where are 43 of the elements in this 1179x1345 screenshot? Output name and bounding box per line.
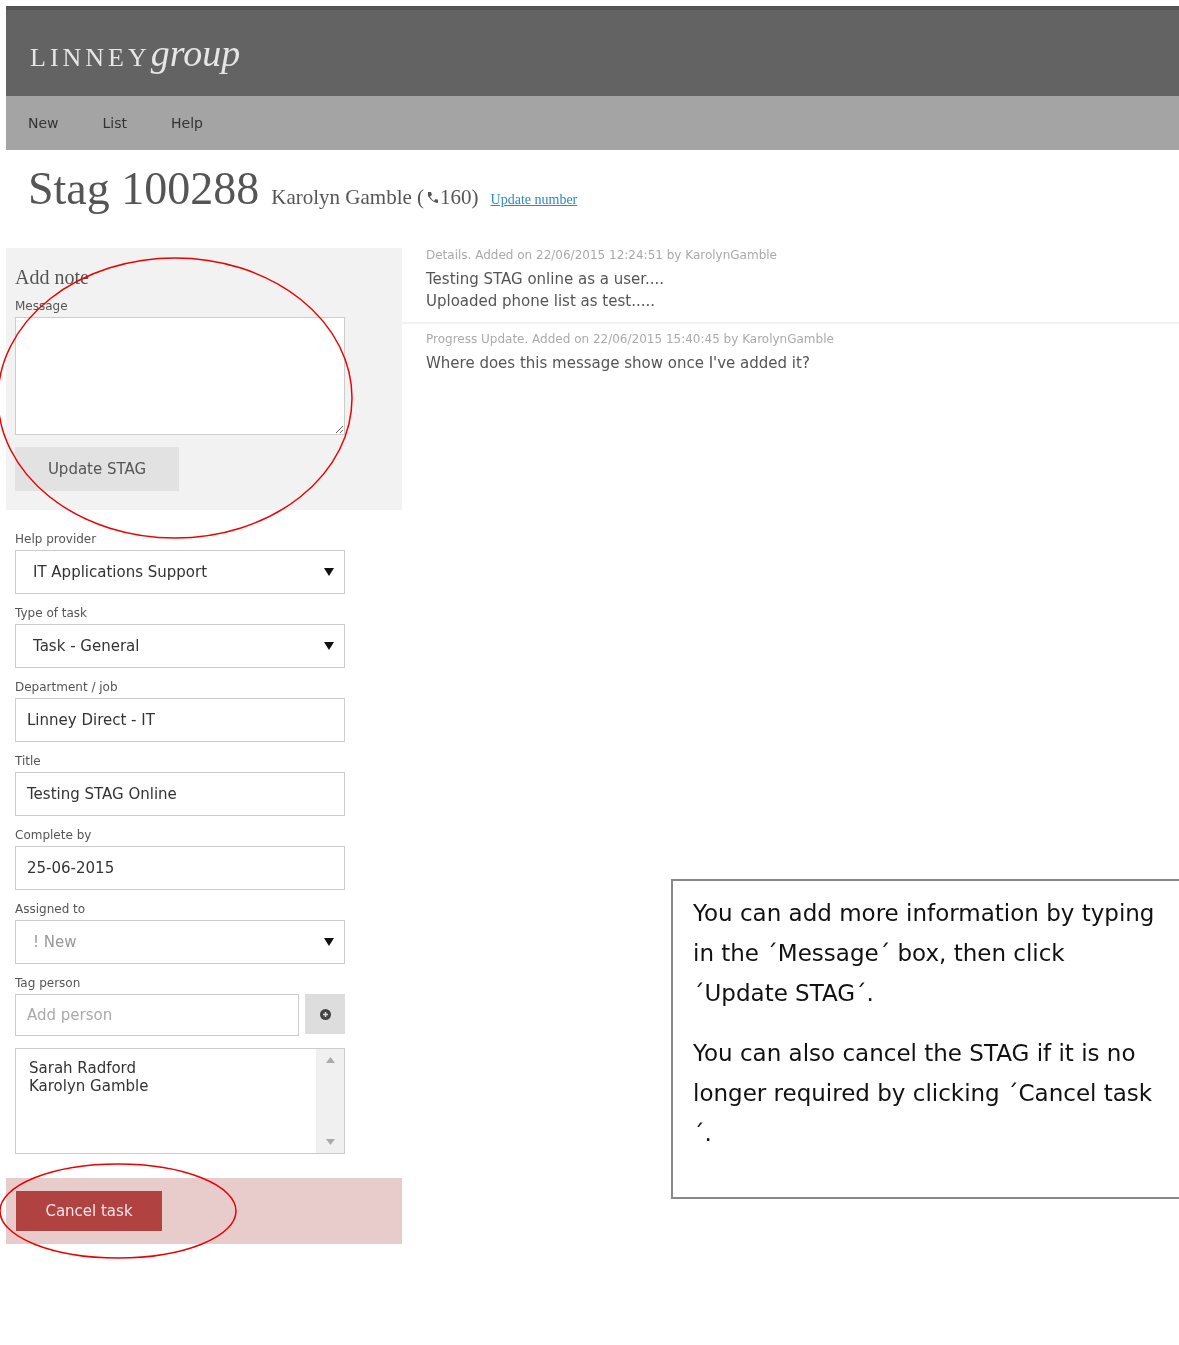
- field-label: Assigned to: [15, 902, 87, 916]
- dropdown-caret-icon: [324, 642, 334, 650]
- note-meta: Details. Added on 22/06/2015 12:24:51 by KarolynGamble: [426, 248, 778, 262]
- phone-icon: [426, 191, 439, 204]
- plus-circle-icon: [319, 1008, 331, 1020]
- requester-name: Karolyn Gamble ( 160): [271, 185, 479, 210]
- field-label: Title: [15, 754, 42, 768]
- note-text: Uploaded phone list as test.....: [426, 291, 656, 312]
- person-item[interactable]: Karolyn Gamble: [29, 1077, 303, 1095]
- note-meta: Progress Update. Added on 22/06/2015 15:40:45 by KarolynGamble: [426, 332, 835, 346]
- callout-text: You can add more information by typing in the ´Message´ box, then click ´Update STAG´.: [693, 899, 1156, 1008]
- nav-link[interactable]: New: [28, 115, 59, 131]
- dropdown-field[interactable]: IT Applications Support: [15, 550, 345, 594]
- add-person-button[interactable]: [305, 994, 345, 1034]
- note-text: Testing STAG online as a user....: [426, 269, 666, 290]
- text-field[interactable]: 25-06-2015: [15, 846, 345, 890]
- field-label: Department / job: [15, 680, 119, 694]
- nav-link[interactable]: Help: [171, 115, 203, 131]
- update-number-link[interactable]: Update number: [490, 192, 578, 208]
- field-label: Help provider: [15, 532, 98, 546]
- callout-text: You can also cancel the STAG if it is no longer required by clicking ´Cancel task´.: [693, 1039, 1154, 1148]
- company-logo: LINNEYgroup: [30, 31, 241, 75]
- person-item[interactable]: Sarah Radford: [29, 1059, 303, 1077]
- panel-heading: Add note: [15, 266, 90, 289]
- note-text: Where does this message show once I've added it?: [426, 353, 811, 374]
- text-field[interactable]: Linney Direct - IT: [15, 698, 345, 742]
- dropdown-caret-icon: [324, 938, 334, 946]
- nav-link[interactable]: List: [102, 115, 128, 131]
- dropdown-field[interactable]: Task - General: [15, 624, 345, 668]
- scroll-up-icon[interactable]: [325, 1057, 335, 1063]
- field-label: Complete by: [15, 828, 93, 842]
- update-button[interactable]: Update STAG: [15, 447, 179, 491]
- message-field[interactable]: [15, 317, 345, 435]
- scrollbar[interactable]: [316, 1049, 344, 1153]
- field-label: Tag person: [15, 976, 82, 990]
- scroll-down-icon[interactable]: [325, 1139, 335, 1145]
- field-label: Type of task: [15, 606, 89, 620]
- text-field[interactable]: Testing STAG Online: [15, 772, 345, 816]
- tagged-people-list[interactable]: Sarah Radford Karolyn Gamble: [15, 1048, 345, 1154]
- cancel-task-button[interactable]: Cancel task: [16, 1191, 162, 1231]
- add-person-field[interactable]: Add person: [15, 994, 299, 1036]
- page-title: Stag 100288: [28, 162, 260, 215]
- dropdown-caret-icon: [324, 568, 334, 576]
